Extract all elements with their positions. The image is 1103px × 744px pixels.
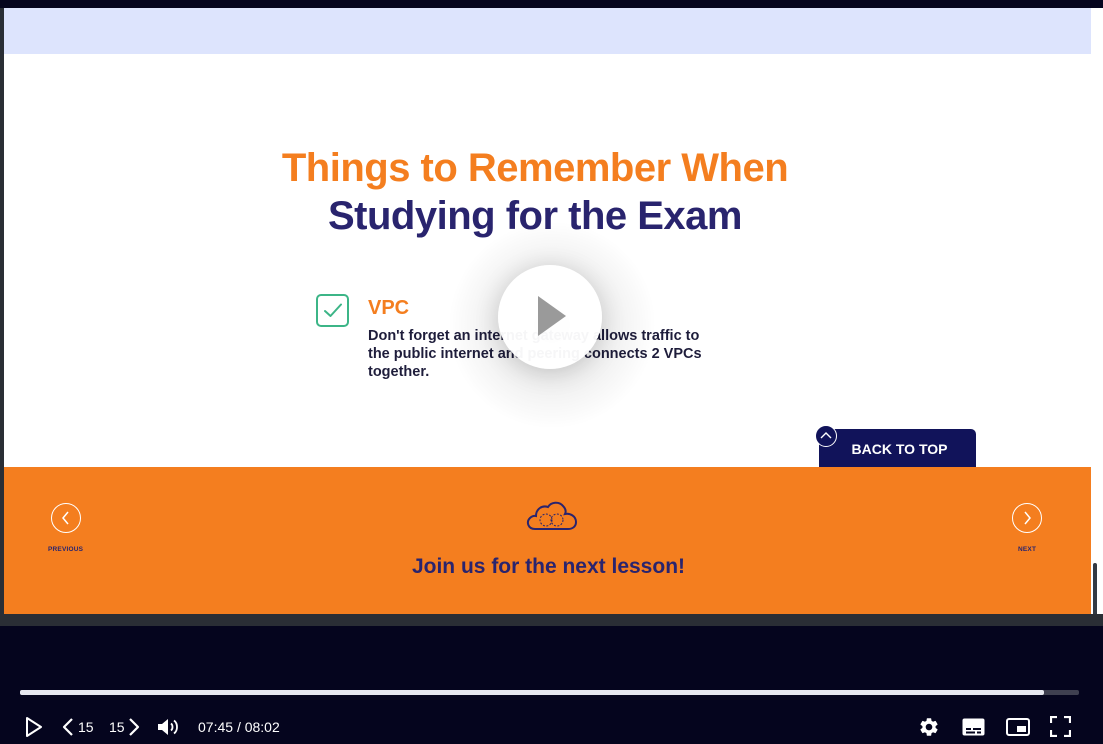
back-to-top-label: BACK TO TOP: [851, 441, 948, 457]
checkbox-check-icon: [316, 294, 349, 327]
fullscreen-button[interactable]: [1049, 715, 1072, 742]
picture-in-picture-button[interactable]: [1006, 718, 1030, 741]
progress-bar[interactable]: [20, 690, 1079, 695]
video-area[interactable]: Things to Remember When Studying for the…: [0, 8, 1103, 626]
slide-footer: PREVIOUS Join us for the next lesson! NE…: [4, 467, 1091, 614]
scrollbar-thumb[interactable]: [1093, 563, 1097, 621]
next-label[interactable]: NEXT: [1018, 546, 1036, 553]
back-to-top-button[interactable]: BACK TO TOP: [815, 425, 976, 467]
volume-icon: [158, 719, 178, 735]
captions-button[interactable]: [962, 718, 985, 741]
play-icon: [538, 296, 566, 336]
slide-title-line1: Things to Remember When: [281, 146, 789, 190]
video-bottom-strip: [0, 614, 1103, 626]
next-lesson-message: Join us for the next lesson!: [411, 555, 686, 578]
forward-seconds-label: 15: [109, 719, 125, 735]
scrollbar-track[interactable]: [1091, 8, 1103, 626]
gear-icon: [920, 718, 938, 736]
settings-button[interactable]: [918, 716, 940, 743]
play-icon: [26, 717, 42, 737]
time-separator: /: [236, 719, 241, 735]
volume-button[interactable]: [157, 717, 181, 742]
current-time: 07:45: [198, 719, 234, 735]
picture-in-picture-icon: [1006, 718, 1030, 736]
top-bar: [0, 0, 1103, 8]
slide: Things to Remember When Studying for the…: [4, 8, 1091, 614]
player-controls: 15 15 07:45 / 08:02: [0, 626, 1103, 744]
fullscreen-icon: [1049, 715, 1072, 738]
captions-icon: [962, 718, 985, 736]
play-button[interactable]: [25, 717, 43, 742]
forward-15-button[interactable]: 15: [109, 717, 145, 737]
chevron-left-icon: [62, 511, 69, 525]
chevron-right-icon: [1024, 511, 1031, 525]
video-player: Things to Remember When Studying for the…: [0, 0, 1103, 744]
next-button[interactable]: [1012, 503, 1042, 533]
cloud-icon: [526, 501, 578, 530]
duration: 08:02: [244, 719, 280, 735]
rewind-seconds-label: 15: [78, 719, 94, 735]
rewind-15-button[interactable]: 15: [61, 717, 97, 737]
previous-button[interactable]: [51, 503, 81, 533]
time-display: 07:45 / 08:02: [198, 719, 280, 735]
previous-label[interactable]: PREVIOUS: [48, 546, 83, 553]
forward-15-icon: [129, 718, 140, 736]
slide-top-band: [4, 8, 1091, 54]
item-title: VPC: [368, 297, 410, 319]
big-play-button[interactable]: [498, 265, 602, 369]
progress-bar-fill: [20, 690, 1045, 695]
rewind-15-icon: [62, 718, 73, 736]
